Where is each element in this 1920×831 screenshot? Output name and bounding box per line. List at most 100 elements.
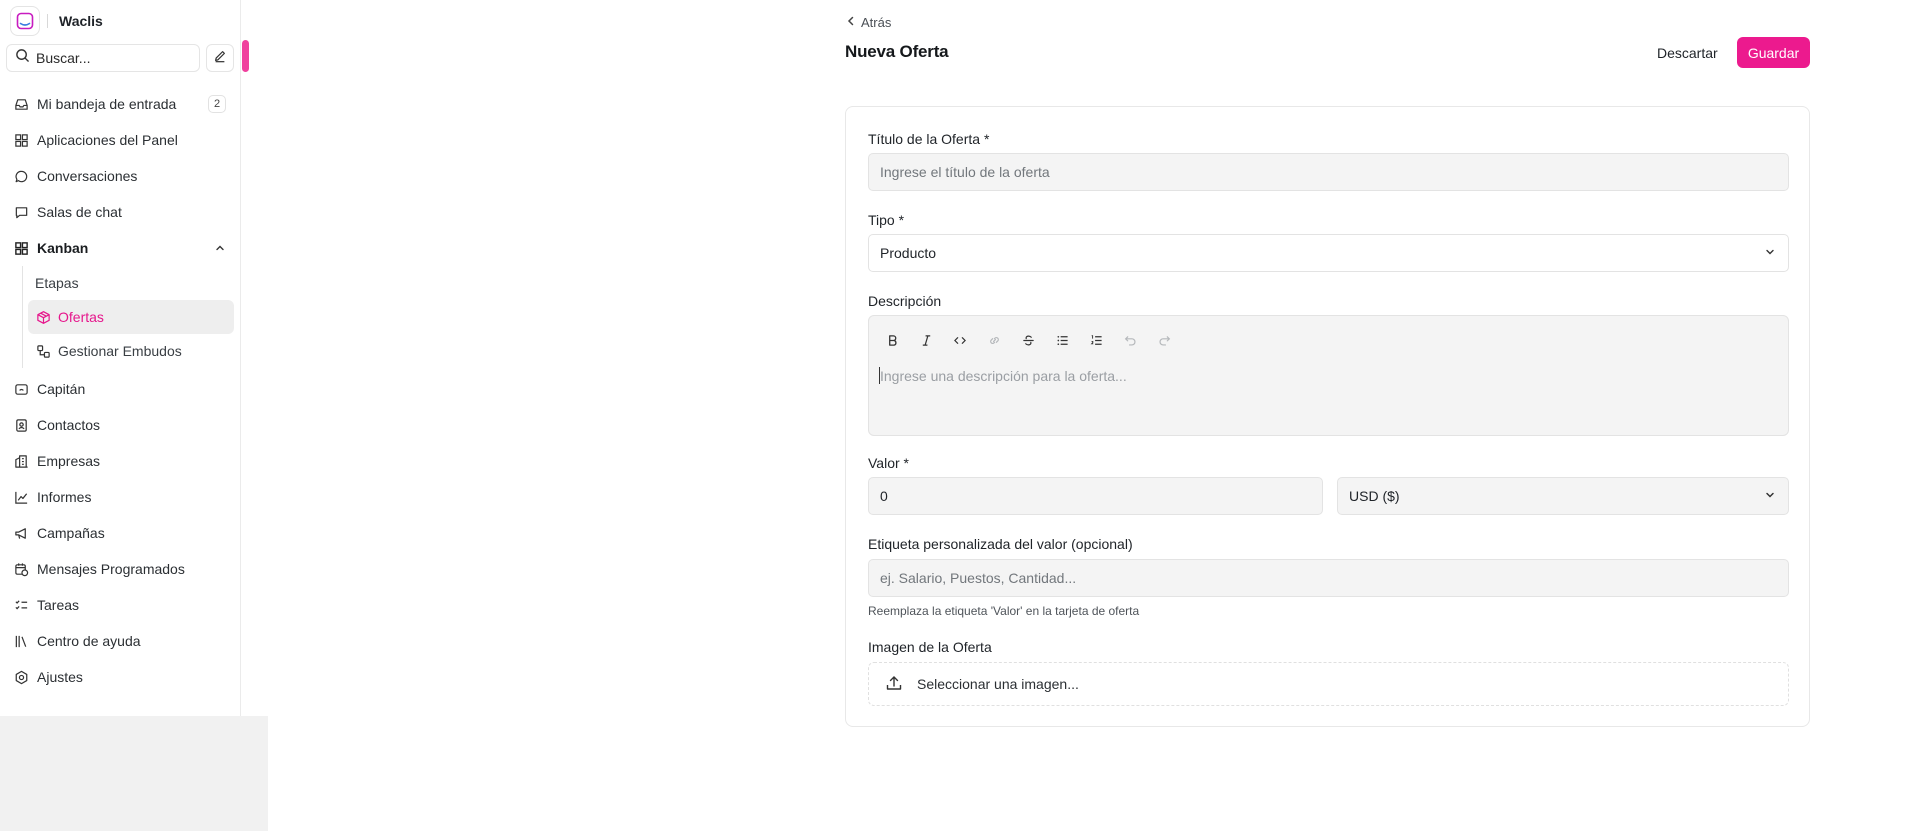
custom-label-label: Etiqueta personalizada del valor (opcion… (868, 536, 1133, 552)
image-upload-label: Seleccionar una imagen... (917, 676, 1079, 692)
sidebar-item-label: Salas de chat (37, 204, 122, 220)
inbox-icon (13, 96, 29, 112)
message-square-icon (13, 204, 29, 220)
description-label: Descripción (868, 293, 942, 309)
brand-logo-icon[interactable] (10, 6, 40, 36)
sidebar-item-stages[interactable]: Etapas (28, 266, 234, 300)
sidebar-item-reports[interactable]: Informes (6, 479, 234, 515)
title-label: Título de la Oferta * (868, 131, 990, 147)
captain-icon (13, 381, 29, 397)
sidebar-item-label: Gestionar Embudos (58, 343, 182, 359)
offer-form-card: Título de la Oferta * Ingrese el título … (845, 106, 1810, 727)
sidebar-item-label: Aplicaciones del Panel (37, 132, 178, 148)
line-chart-icon (13, 489, 29, 505)
kanban-grid-icon (13, 240, 29, 256)
back-link-label: Atrás (861, 15, 892, 30)
search-box[interactable] (6, 44, 200, 72)
chat-bubble-icon (13, 168, 29, 184)
sidebar-resize-handle[interactable] (242, 40, 249, 72)
sidebar-item-campaigns[interactable]: Campañas (6, 515, 234, 551)
custom-label-input[interactable]: ej. Salario, Puestos, Cantidad... (868, 559, 1789, 597)
sidebar-item-label: Capitán (37, 381, 86, 397)
checklist-icon (13, 597, 29, 613)
sidebar-item-label: Informes (37, 489, 92, 505)
compose-button[interactable] (206, 44, 234, 72)
building-icon (13, 453, 29, 469)
description-editor[interactable]: Ingrese una descripción para la oferta..… (868, 315, 1789, 436)
sidebar-item-label: Tareas (37, 597, 80, 613)
type-select[interactable]: Producto (868, 234, 1789, 272)
undo-icon[interactable] (1113, 330, 1147, 350)
sidebar-item-label: Empresas (37, 453, 101, 469)
sidebar-item-dashboard-apps[interactable]: Aplicaciones del Panel (6, 122, 234, 158)
currency-select[interactable]: USD ($) (1337, 477, 1789, 515)
sidebar-item-label: Centro de ayuda (37, 633, 141, 649)
sidebar-item-kanban[interactable]: Kanban (6, 230, 234, 266)
sidebar-item-chat-rooms[interactable]: Salas de chat (6, 194, 234, 230)
megaphone-icon (13, 525, 29, 541)
bold-icon[interactable] (875, 330, 909, 350)
brand-separator (47, 14, 48, 28)
description-placeholder: Ingrese una descripción para la oferta..… (880, 368, 1127, 384)
chevron-down-icon (1764, 488, 1776, 504)
package-icon (35, 309, 51, 325)
sidebar-bottom-area (0, 716, 268, 831)
sidebar-item-help-center[interactable]: Centro de ayuda (6, 623, 234, 659)
custom-label-hint: Reemplaza la etiqueta 'Valor' en la tarj… (868, 604, 1140, 618)
contact-card-icon (13, 417, 29, 433)
code-icon[interactable] (943, 330, 977, 350)
sidebar-item-label: Contactos (37, 417, 101, 433)
image-label: Imagen de la Oferta (868, 639, 992, 655)
sidebar-item-captain[interactable]: Capitán (6, 371, 234, 407)
sidebar-item-label: Ofertas (58, 309, 104, 325)
sidebar-nav: Mi bandeja de entrada 2 Aplicaciones del… (6, 86, 234, 695)
sidebar-item-label: Campañas (37, 525, 105, 541)
calendar-clock-icon (13, 561, 29, 577)
link-icon[interactable] (977, 330, 1011, 350)
pencil-icon (213, 49, 227, 68)
workflow-icon (35, 343, 51, 359)
italic-icon[interactable] (909, 330, 943, 350)
grid-icon (13, 132, 29, 148)
redo-icon[interactable] (1147, 330, 1181, 350)
bullet-list-icon[interactable] (1045, 330, 1079, 350)
strikethrough-icon[interactable] (1011, 330, 1045, 350)
sidebar-item-contacts[interactable]: Contactos (6, 407, 234, 443)
sidebar-item-manage-funnels[interactable]: Gestionar Embudos (28, 334, 234, 368)
value-input[interactable]: 0 (868, 477, 1323, 515)
sidebar-item-settings[interactable]: Ajustes (6, 659, 234, 695)
sidebar-item-label: Ajustes (37, 669, 83, 685)
sidebar-item-label: Mi bandeja de entrada (37, 96, 177, 112)
chevron-up-icon[interactable] (214, 241, 226, 257)
search-icon (15, 48, 30, 68)
kanban-subnav: Etapas Ofertas Gestionar Embudos (22, 266, 234, 368)
sidebar-item-conversations[interactable]: Conversaciones (6, 158, 234, 194)
sidebar-item-scheduled-messages[interactable]: Mensajes Programados (6, 551, 234, 587)
save-button[interactable]: Guardar (1737, 37, 1810, 68)
currency-select-value: USD ($) (1349, 488, 1400, 504)
sidebar-item-label: Conversaciones (37, 168, 138, 184)
chevron-down-icon (1764, 245, 1776, 261)
search-input[interactable] (36, 50, 186, 66)
search-row (6, 44, 234, 72)
sidebar-item-label: Etapas (35, 275, 79, 291)
numbered-list-icon[interactable] (1079, 330, 1113, 350)
title-input[interactable]: Ingrese el título de la oferta (868, 153, 1789, 191)
chevron-left-icon (845, 15, 857, 30)
settings-icon (13, 669, 29, 685)
type-select-value: Producto (880, 245, 937, 261)
sidebar-item-label: Mensajes Programados (37, 561, 185, 577)
type-label: Tipo * (868, 212, 905, 228)
discard-button[interactable]: Descartar (1643, 38, 1732, 68)
sidebar-item-inbox[interactable]: Mi bandeja de entrada 2 (6, 86, 234, 122)
sidebar-item-companies[interactable]: Empresas (6, 443, 234, 479)
image-upload-button[interactable]: Seleccionar una imagen... (868, 662, 1789, 706)
back-link[interactable]: Atrás (845, 15, 891, 30)
sidebar: Waclis Mi bandeja de entrada 2 Aplicacio… (0, 0, 241, 716)
inbox-count-badge: 2 (208, 95, 226, 113)
sidebar-item-label: Kanban (37, 240, 89, 256)
sidebar-item-offers[interactable]: Ofertas (28, 300, 234, 334)
page-title: Nueva Oferta (845, 42, 949, 61)
sidebar-item-tasks[interactable]: Tareas (6, 587, 234, 623)
library-icon (13, 633, 29, 649)
